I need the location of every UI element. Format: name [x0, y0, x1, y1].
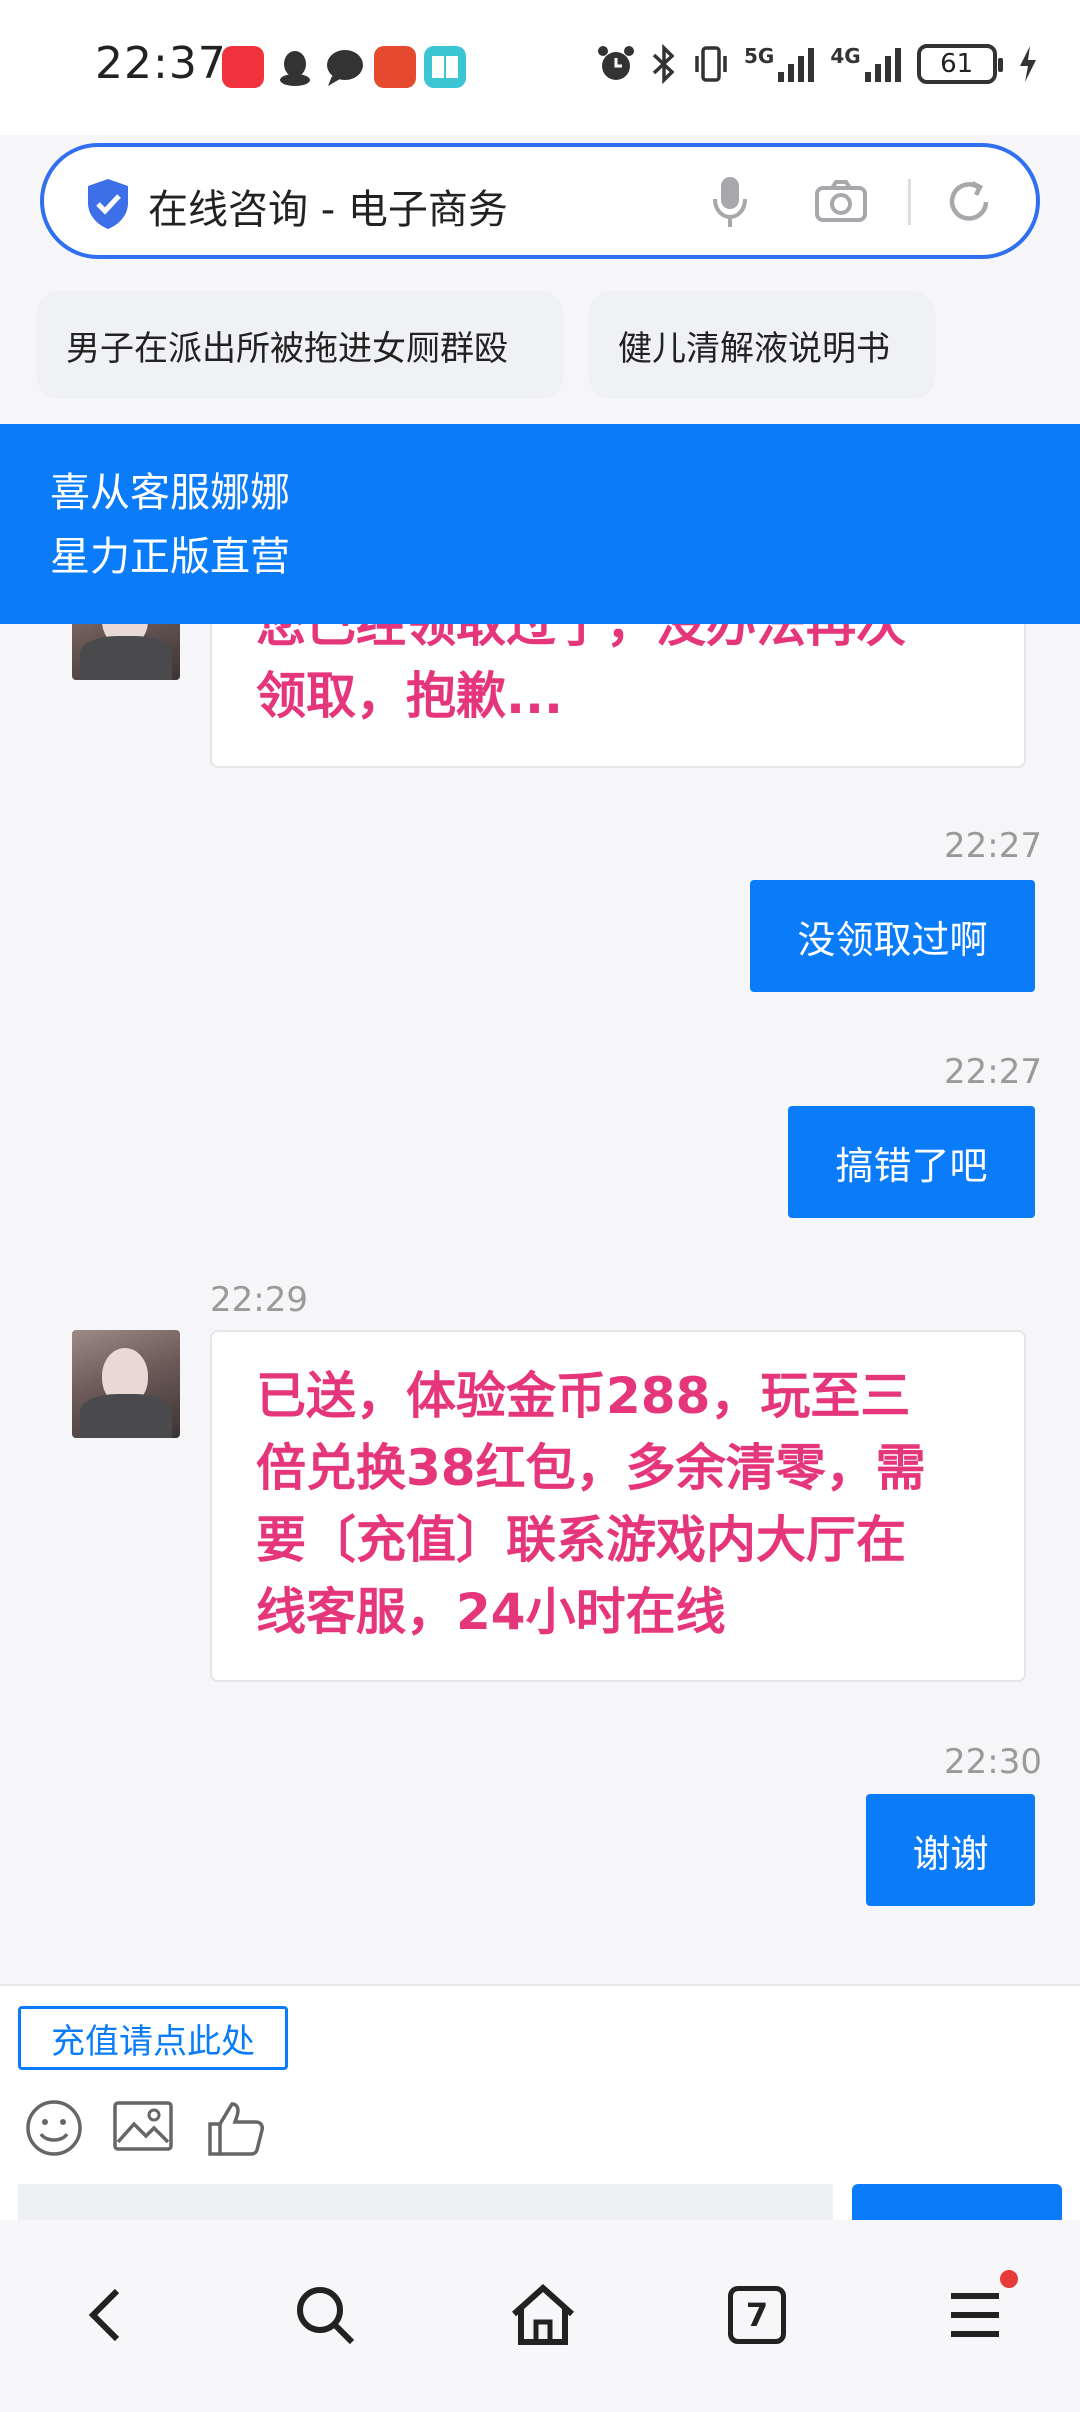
message-line: 要〔充值〕联系游戏内大厅在	[256, 1511, 906, 1569]
battery-level: 61	[940, 49, 974, 79]
address-search-bar[interactable]: 在线咨询 - 电子商务	[40, 143, 1040, 259]
recharge-button[interactable]: 充值请点此处	[18, 2006, 288, 2070]
chat-messages[interactable]: 您已经领取过了，没办法再次 领取，抱歉... 22:27 没领取过啊 22:27…	[0, 624, 1080, 1984]
shopping-app-notification-icon	[374, 46, 416, 88]
back-icon	[88, 2288, 120, 2342]
message-input[interactable]	[18, 2184, 833, 2224]
microphone-icon[interactable]	[712, 175, 748, 229]
reader-app-notification-icon	[424, 46, 466, 88]
charging-icon	[1019, 46, 1036, 82]
browser-bottom-nav: 7	[0, 2220, 1080, 2412]
message-line: 领取，抱歉...	[256, 667, 563, 725]
home-button[interactable]	[498, 2270, 588, 2360]
qq-notification-icon	[274, 46, 316, 88]
alarm-icon	[598, 46, 634, 80]
shop-name: 星力正版直营	[50, 534, 290, 580]
message-line: 您已经领取过了，没办法再次	[256, 624, 906, 653]
agent-avatar[interactable]	[72, 1330, 180, 1438]
sent-message-bubble: 谢谢	[866, 1794, 1035, 1906]
tabs-icon: 7	[728, 2286, 786, 2344]
suggestion-chip[interactable]: 男子在派出所被拖进女厕群殴	[36, 291, 564, 399]
signal-4g-icon: 4G	[830, 44, 902, 84]
security-shield-icon	[88, 179, 128, 229]
received-message-bubble: 您已经领取过了，没办法再次 领取，抱歉...	[210, 624, 1026, 768]
vibrate-icon	[695, 46, 727, 82]
bluetooth-icon	[652, 44, 675, 84]
sent-message-bubble: 没领取过啊	[750, 880, 1035, 992]
video-app-notification-icon	[222, 46, 264, 88]
send-button[interactable]	[852, 2184, 1062, 2224]
search-button[interactable]	[280, 2270, 370, 2360]
agent-name: 喜从客服娜娜	[50, 470, 290, 516]
search-divider	[908, 179, 911, 225]
menu-icon	[951, 2293, 999, 2337]
message-line: 已送，体验金币288，玩至三	[256, 1367, 911, 1425]
network-5g-label: 5G	[744, 44, 775, 68]
message-line: 线客服，24小时在线	[256, 1583, 726, 1641]
message-line: 倍兑换38红包，多余清零，需	[256, 1439, 926, 1497]
notification-dot	[1000, 2270, 1018, 2288]
message-timestamp: 22:30	[944, 1742, 1042, 1782]
sent-message-bubble: 搞错了吧	[788, 1106, 1035, 1218]
refresh-icon[interactable]	[944, 177, 994, 227]
network-4g-label: 4G	[830, 44, 861, 68]
home-icon	[511, 2283, 575, 2345]
status-bar: 22:37 5G 4G 61	[0, 0, 1080, 135]
battery-icon: 61	[916, 44, 1003, 84]
thumbs-up-icon[interactable]	[206, 2098, 266, 2158]
message-timestamp: 22:27	[944, 826, 1042, 866]
system-icons: 5G 4G 61	[596, 44, 1039, 84]
agent-avatar[interactable]	[72, 624, 180, 680]
tabs-button[interactable]: 7	[712, 2270, 802, 2360]
message-timestamp: 22:27	[944, 1052, 1042, 1092]
emoji-icon[interactable]	[24, 2098, 84, 2158]
message-timestamp: 22:29	[210, 1280, 308, 1320]
suggestion-chip[interactable]: 健儿清解液说明书	[588, 291, 936, 399]
received-message-bubble: 已送，体验金币288，玩至三 倍兑换38红包，多余清零，需 要〔充值〕联系游戏内…	[210, 1330, 1026, 1682]
signal-5g-icon: 5G	[744, 44, 816, 84]
clock: 22:37	[95, 38, 227, 89]
search-icon	[297, 2287, 355, 2345]
chat-header-banner: 喜从客服娜娜 星力正版直营	[0, 424, 1080, 624]
chat-input-area: 充值请点此处	[0, 1984, 1080, 2224]
search-query-text[interactable]: 在线咨询 - 电子商务	[148, 177, 508, 235]
back-button[interactable]	[60, 2270, 150, 2360]
image-icon[interactable]	[112, 2098, 174, 2154]
message-notification-icon	[324, 46, 366, 88]
camera-icon[interactable]	[814, 179, 868, 223]
